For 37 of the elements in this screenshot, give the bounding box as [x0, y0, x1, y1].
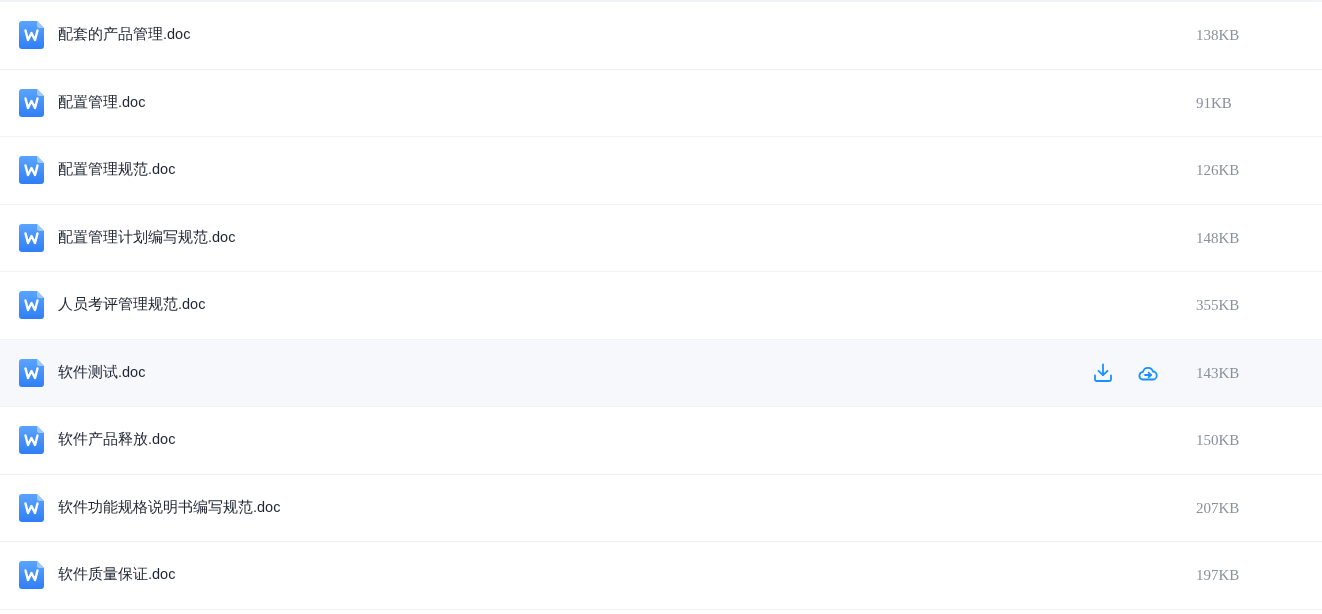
- word-file-icon: [19, 223, 44, 252]
- file-size: 143KB: [1196, 363, 1241, 383]
- word-file-icon: [19, 21, 44, 50]
- file-size: 91KB: [1196, 93, 1233, 113]
- file-name[interactable]: 配置管理规范.doc: [58, 159, 976, 182]
- file-size: 150KB: [1196, 431, 1241, 450]
- file-size: 207KB: [1196, 498, 1241, 518]
- file-row[interactable]: 配置管理.doc 91KB: [0, 69, 1322, 137]
- download-icon[interactable]: [1093, 362, 1113, 383]
- file-name[interactable]: 配套的产品管理.doc: [58, 24, 976, 47]
- file-name[interactable]: 软件功能规格说明书编写规范.doc: [58, 496, 976, 519]
- file-name[interactable]: 软件测试.doc: [58, 361, 976, 384]
- file-name[interactable]: 软件产品释放.doc: [58, 429, 976, 452]
- file-name[interactable]: 配置管理.doc: [58, 91, 976, 114]
- word-file-icon: [19, 426, 44, 455]
- file-size: 148KB: [1196, 228, 1241, 248]
- file-name[interactable]: 人员考评管理规范.doc: [58, 294, 976, 317]
- file-size: 355KB: [1196, 296, 1241, 315]
- file-row[interactable]: 软件功能规格说明书编写规范.doc 207KB: [0, 474, 1322, 542]
- file-size: 126KB: [1196, 161, 1241, 180]
- word-file-icon: [19, 493, 44, 522]
- file-size: 138KB: [1196, 26, 1241, 45]
- file-row[interactable]: 软件质量保证.doc 197KB: [0, 542, 1322, 610]
- word-file-icon: [19, 291, 44, 320]
- file-row[interactable]: 软件产品释放.doc 150KB: [0, 407, 1322, 475]
- file-row[interactable]: 配置管理规范.doc 126KB: [0, 137, 1322, 205]
- word-file-icon: [19, 88, 44, 117]
- file-name[interactable]: 配置管理计划编写规范.doc: [58, 226, 976, 249]
- file-size: 197KB: [1196, 566, 1241, 585]
- word-file-icon: [19, 156, 44, 185]
- word-file-icon: [19, 358, 44, 387]
- file-row[interactable]: 人员考评管理规范.doc 355KB: [0, 272, 1322, 340]
- word-file-icon: [19, 561, 44, 590]
- file-row[interactable]: 配套的产品管理.doc 138KB: [0, 2, 1322, 70]
- file-row-hovered[interactable]: 软件测试.doc 143KB: [0, 339, 1322, 407]
- file-row[interactable]: 配置管理计划编写规范.doc 148KB: [0, 204, 1322, 272]
- file-name[interactable]: 软件质量保证.doc: [58, 564, 976, 587]
